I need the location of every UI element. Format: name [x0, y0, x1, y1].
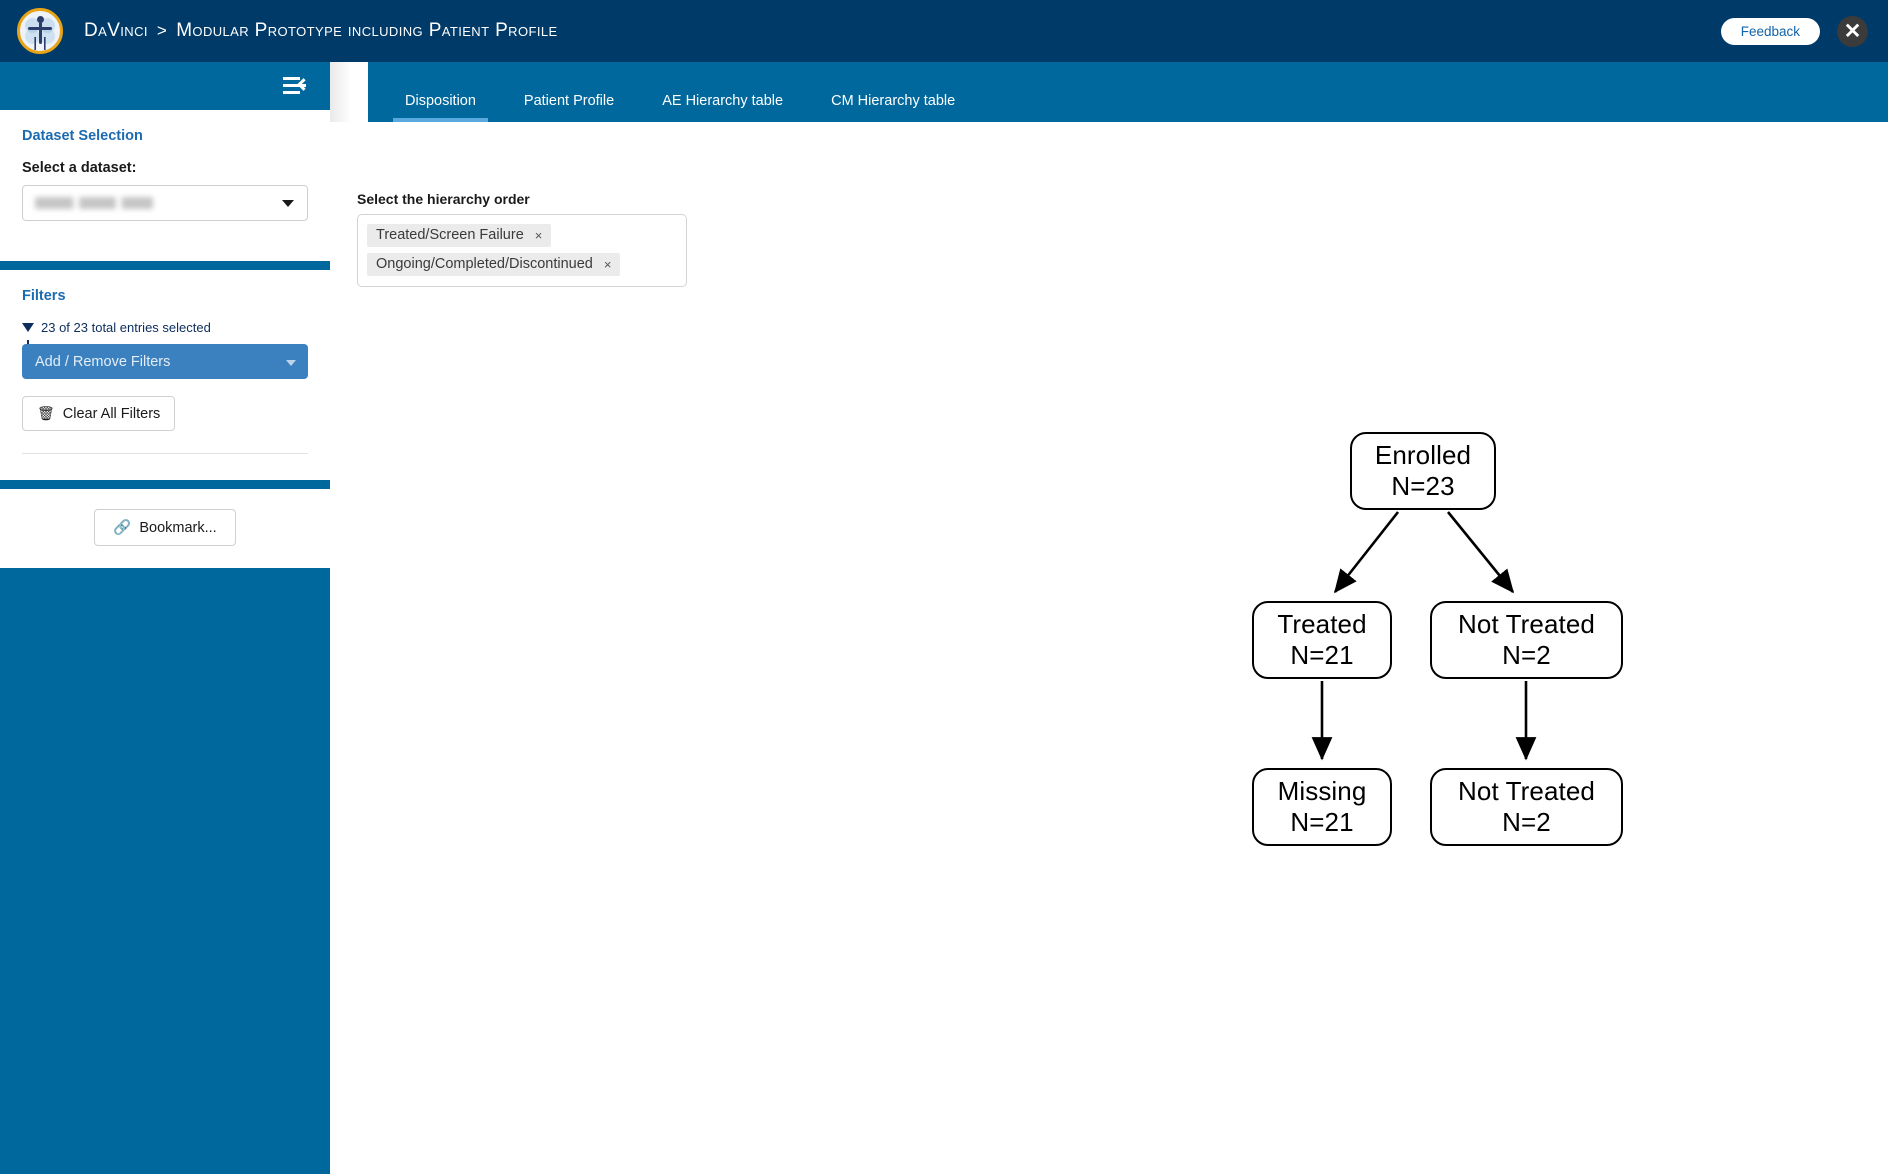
- sidebar-topbar: [0, 62, 330, 110]
- tab-cm-hierarchy-table[interactable]: CM Hierarchy table: [807, 93, 979, 122]
- add-remove-filters-label: Add / Remove Filters: [35, 353, 171, 370]
- flow-node-not-treated[interactable]: Not Treated N=2: [1430, 601, 1623, 679]
- collapse-sidebar-icon[interactable]: [283, 77, 310, 95]
- bookmark-label: Bookmark...: [139, 519, 217, 536]
- dataset-selection-title: Dataset Selection: [22, 128, 143, 144]
- logo-figure-legs: [34, 37, 46, 50]
- tab-disposition[interactable]: Disposition: [381, 93, 500, 122]
- tab-bar: Disposition Patient Profile AE Hierarchy…: [368, 62, 1888, 122]
- funnel-icon: [22, 323, 34, 344]
- logo-figure-arms: [28, 27, 52, 30]
- close-icon[interactable]: ✕: [1837, 15, 1868, 47]
- filters-title: Filters: [22, 288, 66, 304]
- sidebar: Dataset Selection Select a dataset: Filt…: [0, 62, 330, 1174]
- breadcrumb-separator: >: [156, 21, 168, 40]
- filters-panel: Filters 23 of 23 total entries selected …: [0, 270, 330, 480]
- davinci-logo-icon: [17, 8, 63, 54]
- link-icon: 🔗: [113, 520, 132, 536]
- tab-ae-hierarchy-table[interactable]: AE Hierarchy table: [638, 93, 807, 122]
- flow-node-label: Not Treated: [1458, 609, 1595, 640]
- clear-all-filters-button[interactable]: 🗑 Clear All Filters: [22, 396, 176, 431]
- breadcrumb-current: Modular Prototype including Patient Prof…: [176, 20, 558, 41]
- filters-count: 23 of 23 total entries selected: [22, 320, 308, 344]
- header-actions: Feedback ✕: [1720, 15, 1868, 47]
- bookmark-panel: 🔗 Bookmark...: [0, 489, 330, 568]
- flow-node-label: Missing: [1277, 776, 1367, 807]
- main-content: Select the hierarchy order Treated/Scree…: [330, 122, 1888, 1174]
- flow-node-count: N=23: [1391, 471, 1455, 501]
- dataset-select-input[interactable]: [22, 185, 308, 221]
- flow-node-count: N=2: [1502, 640, 1551, 670]
- chevron-down-icon: [282, 200, 294, 207]
- flow-node-label: Treated: [1277, 609, 1367, 640]
- flow-node-label: Enrolled: [1374, 440, 1472, 471]
- breadcrumb-root[interactable]: DaVinci: [84, 20, 148, 42]
- feedback-button[interactable]: Feedback: [1720, 17, 1820, 45]
- chevron-left-icon: [297, 78, 310, 91]
- dataset-selected-value: [35, 197, 153, 209]
- flow-node-treated[interactable]: Treated N=21: [1252, 601, 1392, 679]
- panel-divider: [0, 261, 330, 270]
- flow-node-count: N=21: [1290, 807, 1354, 837]
- flow-node-count: N=2: [1502, 807, 1551, 837]
- add-remove-filters-dropdown[interactable]: Add / Remove Filters: [22, 344, 308, 379]
- bookmark-button[interactable]: 🔗 Bookmark...: [94, 509, 236, 546]
- clear-all-filters-label: Clear All Filters: [62, 405, 161, 422]
- filters-bottom-divider: [22, 453, 308, 454]
- dataset-select-label: Select a dataset:: [22, 160, 137, 176]
- breadcrumb: DaVinci > Modular Prototype including Pa…: [84, 20, 558, 42]
- panel-divider: [0, 480, 330, 489]
- flow-node-not-treated-2[interactable]: Not Treated N=2: [1430, 768, 1623, 846]
- trash-icon: 🗑: [37, 405, 55, 421]
- sidebar-edge-fade: [330, 62, 368, 122]
- flow-node-count: N=21: [1290, 640, 1354, 670]
- disposition-flowchart: Enrolled N=23 Treated N=21 Not Treated N…: [330, 122, 1888, 1174]
- dataset-selection-panel: Dataset Selection Select a dataset:: [0, 110, 330, 261]
- chevron-down-icon: [286, 359, 296, 366]
- flow-node-missing[interactable]: Missing N=21: [1252, 768, 1392, 846]
- flow-node-label: Not Treated: [1458, 776, 1595, 807]
- flow-node-enrolled[interactable]: Enrolled N=23: [1350, 432, 1496, 510]
- app-header: DaVinci > Modular Prototype including Pa…: [0, 0, 1888, 62]
- tab-patient-profile[interactable]: Patient Profile: [500, 93, 638, 122]
- flowchart-edges: [1311, 511, 1537, 761]
- filters-count-label: 23 of 23 total entries selected: [41, 320, 211, 335]
